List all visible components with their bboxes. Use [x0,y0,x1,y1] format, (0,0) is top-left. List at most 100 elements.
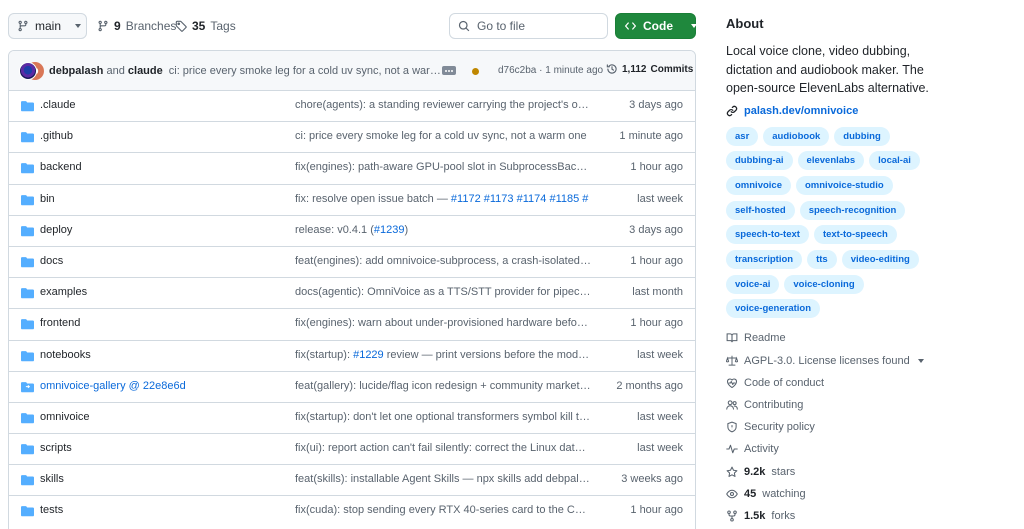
file-row[interactable]: bin fix: resolve open issue batch — #1172… [9,185,695,216]
file-name-link[interactable]: .claude [40,99,75,111]
topic-tag[interactable]: text-to-speech [813,225,897,245]
topic-tag[interactable]: dubbing-ai [726,151,793,171]
homepage-link[interactable]: palash.dev/omnivoice [726,105,1016,117]
issue-link[interactable]: #1239 [374,224,405,236]
file-commit-message[interactable]: docs(agentic): OmniVoice as a TTS/STT pr… [295,286,591,298]
file-commit-time: 3 weeks ago [621,473,683,486]
file-name-link[interactable]: deploy [40,224,72,236]
file-commit-message[interactable]: fix(cuda): stop sending every RTX 40-ser… [295,504,591,516]
commit-time: · 1 minute ago [539,65,604,76]
topic-tag[interactable]: asr [726,126,759,146]
commit-author-link[interactable]: claude [128,65,163,77]
branches-link[interactable]: 9 Branches [97,13,176,39]
file-row[interactable]: frontend fix(engines): warn about under-p… [9,309,695,341]
topic-tag[interactable]: voice-generation [726,299,821,319]
file-commit-message[interactable]: fix(engines): path-aware GPU-pool slot i… [295,161,591,173]
file-row[interactable]: deploy release: v0.4.1 (#1239) 3 days ago [9,216,695,247]
license-link[interactable]: AGPL-3.0. License licenses found [726,350,1016,372]
file-row[interactable]: notebooks fix(startup): #1229 review — pr… [9,341,695,372]
file-name-link[interactable]: omnivoice [40,411,90,423]
file-name-link[interactable]: examples [40,286,87,298]
topic-tag[interactable]: voice-cloning [784,274,864,294]
file-name-link[interactable]: notebooks [40,349,91,361]
issue-link[interactable]: # [582,193,588,205]
file-name-link[interactable]: scripts [40,442,72,454]
topic-tag[interactable]: local-ai [869,151,920,171]
topic-tag[interactable]: transcription [726,249,803,269]
file-row[interactable]: .github ci: price every smoke leg for a c… [9,122,695,154]
commits-history-link[interactable]: 1,112 Commits [606,63,693,75]
file-row[interactable]: examples docs(agentic): OmniVoice as a TT… [9,278,695,310]
file-commit-message[interactable]: release: v0.4.1 (#1239) [295,224,591,236]
latest-commit-message[interactable]: ci: price every smoke leg for a cold uv … [169,65,443,77]
file-commit-message[interactable]: fix(engines): warn about under-provision… [295,317,591,329]
topic-tag[interactable]: omnivoice [726,175,791,195]
watchers-link[interactable]: 45 watching [726,483,1016,505]
homepage-url: palash.dev/omnivoice [744,104,859,117]
issue-link[interactable]: #1185 [549,193,579,205]
issue-link[interactable]: #1229 [353,349,384,361]
commit-sha-and-time: d76c2ba · 1 minute ago [498,65,603,76]
topic-tag[interactable]: tts [807,249,837,269]
issue-link[interactable]: #1172 [451,193,481,205]
commit-sha[interactable]: d76c2ba [498,65,536,76]
file-commit-message[interactable]: fix(ui): report action can't fail silent… [295,442,591,454]
commit-expand-button[interactable] [442,66,456,75]
topic-tag[interactable]: omnivoice-studio [796,175,893,195]
topic-tag[interactable]: video-editing [841,249,919,269]
topic-tag[interactable]: speech-to-text [726,225,809,245]
file-row[interactable]: skills feat(skills): installable Agent Sk… [9,465,695,497]
file-row[interactable]: docs feat(engines): add omnivoice-subproc… [9,247,695,279]
code-of-conduct-link[interactable]: Code of conduct [726,372,1016,394]
commit-author-link[interactable]: debpalash [49,65,103,77]
stars-link[interactable]: 9.2k stars [726,460,1016,482]
file-name-link[interactable]: bin [40,193,55,205]
activity-link[interactable]: Activity [726,438,1016,460]
commit-status-icon[interactable] [472,68,479,75]
forks-link[interactable]: 1.5k forks [726,505,1016,527]
file-row[interactable]: scripts fix(ui): report action can't fail… [9,434,695,466]
go-to-file-box[interactable] [449,13,608,39]
file-row[interactable]: tests fix(cuda): stop sending every RTX 4… [9,496,695,527]
file-name-link[interactable]: docs [40,255,63,267]
file-row[interactable]: backend fix(engines): path-aware GPU-pool… [9,153,695,185]
folder-icon [21,350,34,362]
contributing-link[interactable]: Contributing [726,394,1016,416]
topic-tag[interactable]: self-hosted [726,200,795,220]
folder-icon [21,131,34,143]
topic-tag[interactable]: elevenlabs [797,151,865,171]
folder-icon [21,474,34,486]
topic-tag[interactable]: dubbing [834,126,890,146]
avatar[interactable] [19,61,37,80]
go-to-file-input[interactable] [477,19,597,33]
file-commit-message[interactable]: feat(skills): installable Agent Skills —… [295,473,591,485]
file-commit-message[interactable]: chore(agents): a standing reviewer carry… [295,99,591,111]
file-name-link[interactable]: backend [40,161,82,173]
topic-tag[interactable]: voice-ai [726,274,780,294]
topic-tag[interactable]: audiobook [763,126,830,146]
file-name-link[interactable]: .github [40,130,73,142]
file-name-link[interactable]: tests [40,504,63,516]
file-name-link[interactable]: frontend [40,317,80,329]
file-row[interactable]: omnivoice-gallery @ 22e8e6d feat(gallery)… [9,372,695,403]
file-commit-message[interactable]: fix(startup): don't let one optional tra… [295,411,591,423]
file-browser: debpalash and claude ci: price every smo… [8,50,696,529]
file-row[interactable]: omnivoice fix(startup): don't let one opt… [9,403,695,435]
issue-link[interactable]: #1173 [484,193,514,205]
file-row[interactable]: .claude chore(agents): a standing reviewe… [9,91,695,123]
readme-link[interactable]: Readme [726,327,1016,349]
file-commit-message[interactable]: feat(engines): add omnivoice-subprocess,… [295,255,591,267]
security-policy-link[interactable]: Security policy [726,416,1016,438]
tags-link[interactable]: 35 Tags [175,13,236,39]
issue-link[interactable]: #1174 [517,193,547,205]
file-commit-time: last week [637,410,683,423]
topic-tag[interactable]: speech-recognition [799,200,906,220]
file-commit-message[interactable]: ci: price every smoke leg for a cold uv … [295,130,591,142]
branch-selector-button[interactable]: main [8,13,87,39]
file-name-link[interactable]: skills [40,473,64,485]
code-button[interactable]: Code [615,13,697,39]
file-commit-message[interactable]: fix(startup): #1229 review — print versi… [295,349,591,361]
file-commit-message[interactable]: feat(gallery): lucide/flag icon redesign… [295,380,591,392]
file-commit-message[interactable]: fix: resolve open issue batch — #1172 #1… [295,193,591,205]
file-name-link[interactable]: omnivoice-gallery @ 22e8e6d [40,380,186,392]
